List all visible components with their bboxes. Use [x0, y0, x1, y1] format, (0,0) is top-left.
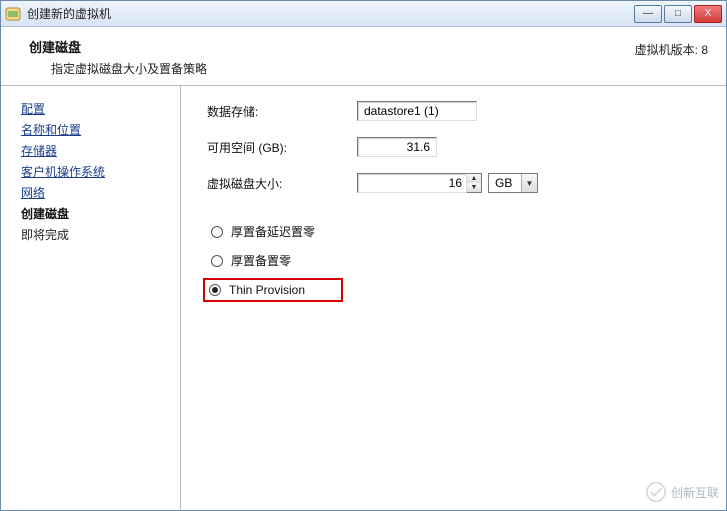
radio-label-thick-eager: 厚置备置零 [231, 252, 291, 269]
spin-up-icon[interactable]: ▲ [467, 174, 481, 183]
minimize-button[interactable]: — [634, 5, 662, 23]
datastore-value: datastore1 (1) [357, 101, 477, 121]
sidebar-item-ready-complete: 即将完成 [21, 224, 180, 245]
vm-version-label: 虚拟机版本: 8 [635, 37, 708, 58]
radio-icon [211, 226, 223, 238]
disksize-unit-value: GB [489, 174, 521, 192]
app-icon [5, 6, 21, 22]
window-controls: — □ X [634, 5, 722, 23]
close-button[interactable]: X [694, 5, 722, 23]
wizard-body: 配置 名称和位置 存储器 客户机操作系统 网络 创建磁盘 即将完成 数据存储: … [1, 86, 726, 510]
radio-thick-eager[interactable]: 厚置备置零 [207, 249, 706, 272]
sidebar-item-network[interactable]: 网络 [21, 186, 45, 200]
datastore-label: 数据存储: [207, 103, 357, 120]
sidebar-item-storage[interactable]: 存储器 [21, 144, 57, 158]
page-title: 创建磁盘 [29, 37, 207, 56]
row-available-space: 可用空间 (GB): 31.6 [207, 136, 706, 158]
sidebar-item-name-location[interactable]: 名称和位置 [21, 123, 81, 137]
maximize-button[interactable]: □ [664, 5, 692, 23]
wizard-content: 数据存储: datastore1 (1) 可用空间 (GB): 31.6 虚拟磁… [181, 86, 726, 510]
radio-label-thin: Thin Provision [229, 283, 305, 297]
disksize-label: 虚拟磁盘大小: [207, 175, 357, 192]
window-title: 创建新的虚拟机 [27, 5, 634, 22]
radio-thin-provision[interactable]: Thin Provision [203, 278, 343, 302]
wizard-header: 创建磁盘 指定虚拟磁盘大小及置备策略 虚拟机版本: 8 [1, 27, 726, 86]
sidebar-item-create-disk: 创建磁盘 [21, 203, 180, 224]
space-value: 31.6 [357, 137, 437, 157]
disksize-spinner[interactable]: 16 ▲ ▼ [357, 173, 482, 193]
radio-dot-icon [212, 287, 218, 293]
row-disk-size: 虚拟磁盘大小: 16 ▲ ▼ GB ▼ [207, 172, 706, 194]
sidebar-item-config[interactable]: 配置 [21, 102, 45, 116]
disksize-value[interactable]: 16 [357, 173, 467, 193]
sidebar-item-guest-os[interactable]: 客户机操作系统 [21, 165, 105, 179]
radio-icon [211, 255, 223, 267]
row-datastore: 数据存储: datastore1 (1) [207, 100, 706, 122]
radio-icon [209, 284, 221, 296]
page-subtitle: 指定虚拟磁盘大小及置备策略 [51, 60, 207, 77]
dialog-window: 创建新的虚拟机 — □ X 创建磁盘 指定虚拟磁盘大小及置备策略 虚拟机版本: … [0, 0, 727, 511]
radio-label-thick-lazy: 厚置备延迟置零 [231, 223, 315, 240]
wizard-steps-sidebar: 配置 名称和位置 存储器 客户机操作系统 网络 创建磁盘 即将完成 [1, 86, 181, 510]
titlebar: 创建新的虚拟机 — □ X [1, 1, 726, 27]
disksize-unit-select[interactable]: GB ▼ [488, 173, 538, 193]
radio-thick-lazy[interactable]: 厚置备延迟置零 [207, 220, 706, 243]
chevron-down-icon: ▼ [521, 174, 537, 192]
spin-down-icon[interactable]: ▼ [467, 183, 481, 192]
space-label: 可用空间 (GB): [207, 139, 357, 156]
